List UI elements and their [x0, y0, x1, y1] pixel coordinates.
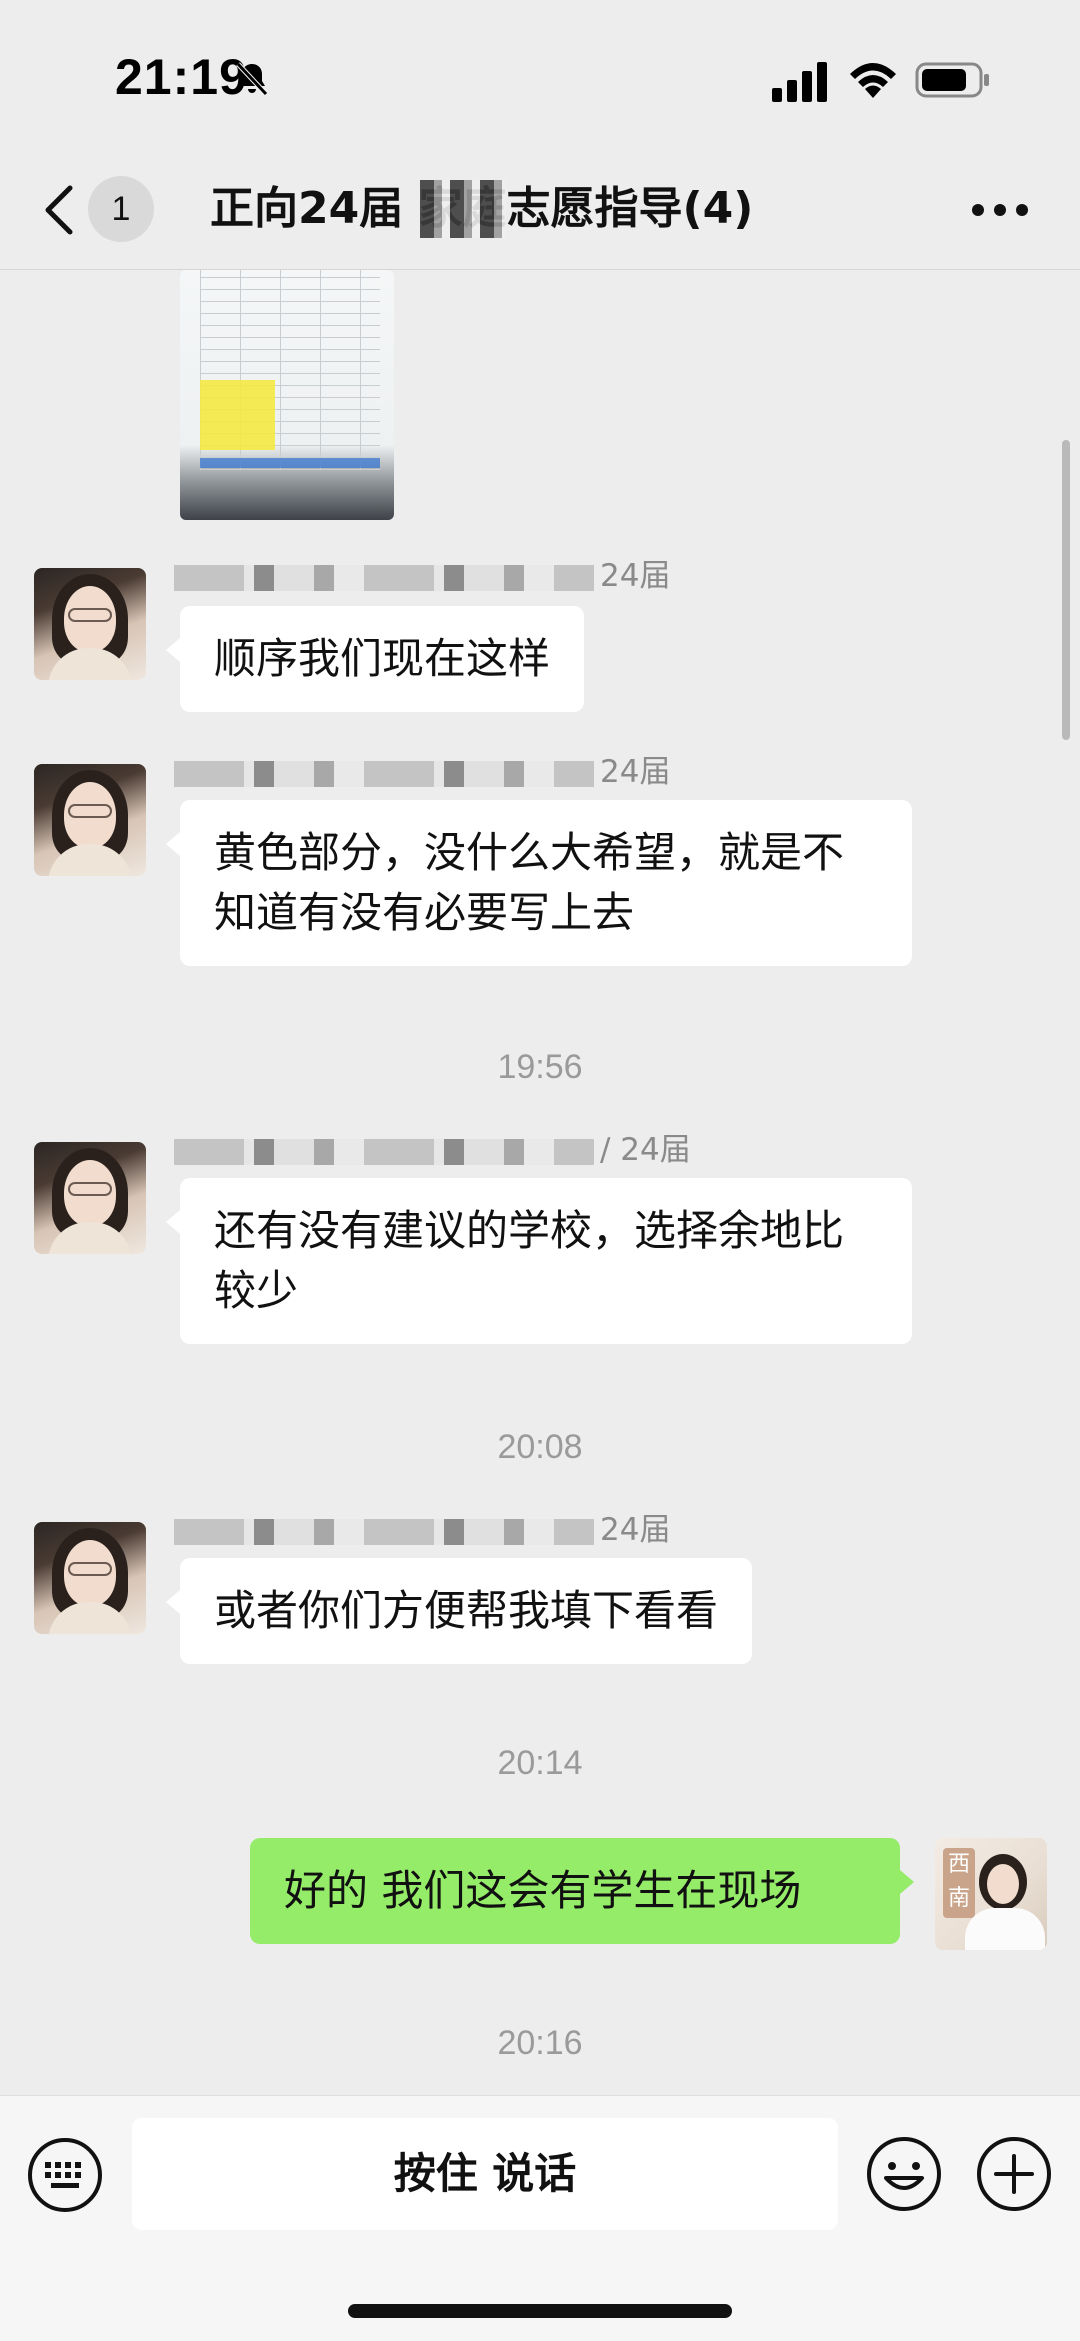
sender-name: / 24届 [174, 1130, 691, 1170]
glasses-icon [68, 1182, 112, 1196]
sender-name: 24届 [174, 1510, 670, 1550]
keyboard-icon[interactable] [26, 2136, 104, 2214]
message-bubble[interactable]: 或者你们方便帮我填下看看 [165, 1558, 753, 1664]
message-timestamp: 20:16 [497, 2024, 583, 2062]
sender-name: 24届 [174, 752, 670, 792]
sender-avatar[interactable] [34, 568, 146, 680]
sender-avatar[interactable] [34, 1142, 146, 1254]
chevron-left-icon[interactable] [40, 180, 80, 240]
sender-avatar[interactable] [34, 1522, 146, 1634]
sender-name: 24届 [174, 556, 670, 596]
message-timestamp: 19:56 [497, 1048, 583, 1086]
plus-icon[interactable] [974, 2134, 1054, 2214]
glasses-icon [68, 1562, 112, 1576]
glasses-icon [68, 608, 112, 622]
hold-to-talk-button[interactable]: 按住 说话 [132, 2118, 838, 2230]
image-message[interactable] [180, 270, 394, 520]
redacted-name [174, 1518, 594, 1545]
redacted-title-segment [420, 180, 506, 238]
wifi-icon [850, 63, 896, 98]
redacted-name [174, 564, 594, 591]
chat-nav-bar: 1 正向24届 家庭志愿指导(4) [0, 150, 1080, 270]
redacted-name [174, 1138, 594, 1165]
status-time: 21:19 [115, 49, 248, 105]
my-avatar[interactable]: 西南 [935, 1838, 1047, 1950]
scroll-indicator[interactable] [1062, 440, 1070, 740]
bell-muted-icon [236, 62, 268, 96]
highlighted-cells [200, 380, 275, 450]
unread-count-badge[interactable]: 1 [88, 176, 154, 242]
message-bubble[interactable]: 顺序我们现在这样 [165, 606, 585, 712]
taskbar [200, 458, 380, 468]
home-indicator[interactable] [348, 2304, 732, 2318]
avatar-face [987, 1864, 1019, 1904]
chat-title: 正向24届 家庭志愿指导(4) [210, 183, 754, 234]
glasses-icon [68, 804, 112, 818]
redacted-name [174, 760, 594, 787]
avatar-logo-tag: 西南 [943, 1848, 975, 1918]
avatar-body [965, 1908, 1045, 1950]
message-timestamp: 20:08 [497, 1428, 583, 1466]
battery-icon [915, 62, 989, 98]
signal-icon [772, 62, 827, 102]
status-bar: 21:19 [0, 0, 1080, 150]
my-message-bubble[interactable]: 好的 我们这会有学生在现场 [250, 1838, 914, 1944]
emoji-icon[interactable] [864, 2134, 944, 2214]
message-bubble[interactable]: 还有没有建议的学校，选择余地比较少 [166, 1178, 912, 1344]
more-dots-icon[interactable] [970, 198, 1030, 222]
message-timestamp: 20:14 [497, 1744, 583, 1782]
sender-avatar[interactable] [34, 764, 146, 876]
message-bubble[interactable]: 黄色部分，没什么大希望，就是不知道有没有必要写上去 [166, 800, 912, 966]
